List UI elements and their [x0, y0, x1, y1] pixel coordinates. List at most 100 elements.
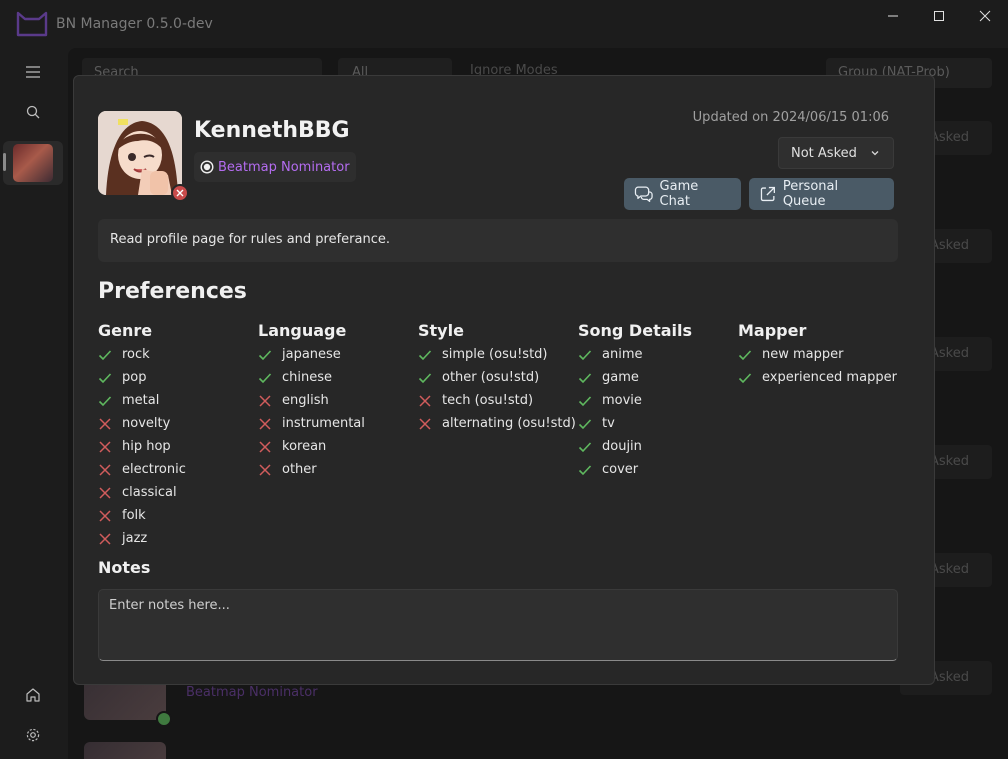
close-icon [979, 10, 991, 22]
check-icon [418, 372, 432, 383]
sidebar-home-button[interactable] [22, 684, 44, 706]
preference-item: other (osu!std) [418, 366, 578, 389]
preference-yes [258, 371, 272, 385]
preference-item-label: doujin [602, 439, 642, 454]
preference-item-label: alternating (osu!std) [442, 416, 576, 431]
preference-item-label: cover [602, 462, 639, 477]
preference-column: Style simple (osu!std) other (osu!std) tech… [418, 321, 578, 435]
background-row-status-label: Asked [930, 130, 969, 145]
preference-item: rock [98, 343, 258, 366]
role-label: Beatmap Nominator [218, 159, 350, 175]
maximize-button[interactable] [916, 0, 962, 32]
notes-title: Notes [98, 558, 151, 577]
preference-yes [98, 394, 112, 408]
preference-yes [578, 417, 592, 431]
preference-item-label: instrumental [282, 416, 365, 431]
preference-item-label: simple (osu!std) [442, 347, 548, 362]
preference-item-label: english [282, 393, 329, 408]
check-icon [578, 395, 592, 406]
cross-icon [99, 509, 111, 522]
cross-icon [259, 394, 271, 407]
check-icon [578, 372, 592, 383]
preference-item: cover [578, 458, 738, 481]
preference-yes [98, 348, 112, 362]
cross-icon [99, 486, 111, 499]
title-bar: BN Manager 0.5.0-dev [0, 0, 1008, 48]
preference-item-label: rock [122, 347, 150, 362]
background-row-status-label: Asked [930, 562, 969, 577]
preference-item-label: experienced mapper [762, 370, 897, 385]
preference-item-label: tech (osu!std) [442, 393, 534, 408]
preference-item: japanese [258, 343, 418, 366]
preference-item-label: jazz [122, 531, 148, 546]
preference-item-label: pop [122, 370, 147, 385]
preference-item-label: anime [602, 347, 643, 362]
preference-yes [738, 371, 752, 385]
game-chat-button[interactable]: Game Chat [624, 178, 741, 210]
preference-item: jazz [98, 527, 258, 550]
cross-icon [99, 440, 111, 453]
preference-item: other [258, 458, 418, 481]
sidebar-user-avatar [13, 144, 53, 182]
preference-item-label: metal [122, 393, 160, 408]
app-logo-icon [16, 11, 48, 37]
gear-icon [26, 728, 40, 742]
check-icon [578, 441, 592, 452]
notes-input[interactable] [98, 589, 898, 661]
preference-yes [418, 348, 432, 362]
preference-yes [578, 348, 592, 362]
preference-item: chinese [258, 366, 418, 389]
preference-column: Language japanese chinese english instrument… [258, 321, 418, 481]
preference-column-title: Language [258, 321, 347, 340]
preference-no [98, 532, 112, 546]
preference-yes [578, 371, 592, 385]
check-icon [98, 395, 112, 406]
preference-item: experienced mapper [738, 366, 898, 389]
preference-item-label: new mapper [762, 347, 844, 362]
user-avatar [98, 111, 182, 195]
preference-item: alternating (osu!std) [418, 412, 578, 435]
preference-item: korean [258, 435, 418, 458]
check-icon [578, 418, 592, 429]
background-card-avatar [84, 742, 166, 759]
preference-column: Genre rock pop metal novelty hip hop electroni… [98, 321, 258, 550]
preference-item: tech (osu!std) [418, 389, 578, 412]
cross-icon [99, 463, 111, 476]
preference-item: classical [98, 481, 258, 504]
preference-item-label: korean [282, 439, 327, 454]
preference-item: simple (osu!std) [418, 343, 578, 366]
background-online-dot [156, 711, 172, 727]
sidebar-item-user[interactable] [3, 141, 63, 185]
sidebar-settings-button[interactable] [22, 724, 44, 746]
preference-item-label: other (osu!std) [442, 370, 540, 385]
preference-item: novelty [98, 412, 258, 435]
preference-no [258, 440, 272, 454]
preference-item-label: novelty [122, 416, 171, 431]
chat-icon [634, 186, 653, 202]
preference-yes [578, 463, 592, 477]
preference-column: Song Details anime game movie tv doujin cover [578, 321, 738, 481]
hamburger-menu-icon [26, 66, 40, 78]
preference-item-label: electronic [122, 462, 186, 477]
preference-no [418, 417, 432, 431]
sidebar-search-button[interactable] [22, 101, 44, 123]
request-status-dropdown[interactable]: Not Asked [778, 137, 894, 169]
preference-item-label: movie [602, 393, 642, 408]
preference-no [98, 509, 112, 523]
cross-icon [259, 463, 271, 476]
check-icon [578, 349, 592, 360]
preference-item: movie [578, 389, 738, 412]
personal-queue-label: Personal Queue [782, 179, 839, 209]
preference-item: folk [98, 504, 258, 527]
app-title: BN Manager 0.5.0-dev [56, 16, 213, 32]
minimize-button[interactable] [870, 0, 916, 32]
preference-yes [578, 440, 592, 454]
avatar-illustration [98, 111, 182, 195]
game-chat-label: Game Chat [659, 179, 699, 209]
close-window-button[interactable] [962, 0, 1008, 32]
sidebar-menu-button[interactable] [22, 61, 44, 83]
personal-queue-button[interactable]: Personal Queue [749, 178, 894, 210]
cross-icon [99, 417, 111, 430]
background-row-status-label: Asked [930, 454, 969, 469]
preference-no [98, 440, 112, 454]
